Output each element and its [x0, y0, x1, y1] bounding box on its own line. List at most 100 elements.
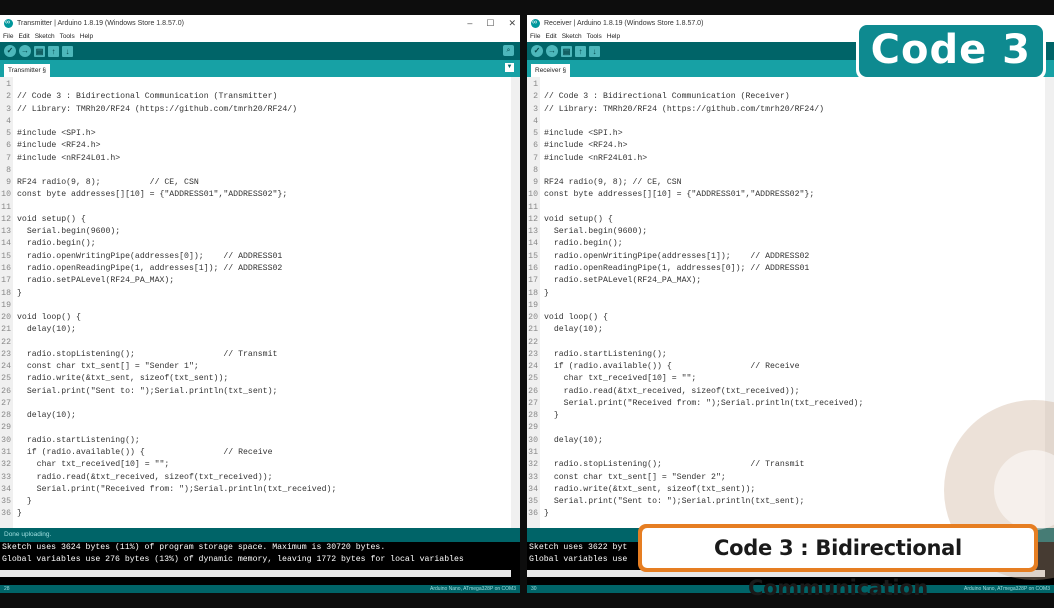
console-line: Sketch uses 3624 bytes (11%) of program … — [2, 543, 386, 552]
tab-transmitter[interactable]: Transmitter § — [4, 64, 51, 77]
code-line: 17 radio.setPALevel(RF24_PA_MAX); — [0, 275, 510, 287]
save-icon[interactable]: ↓ — [589, 45, 600, 57]
code-text: radio.setPALevel(RF24_PA_MAX); — [544, 276, 702, 286]
tab-receiver[interactable]: Receiver § — [531, 64, 571, 77]
editor-scrollbar[interactable] — [511, 77, 520, 528]
code-line: 5 #include <SPI.h> — [527, 128, 1044, 140]
code-text: RF24 radio(9, 8); // CE, CSN — [17, 178, 199, 188]
line-number: 34 — [528, 484, 538, 494]
new-icon[interactable]: ▤ — [34, 45, 45, 57]
menu-edit[interactable]: Edit — [18, 33, 29, 40]
menu-file[interactable]: File — [3, 33, 13, 40]
code-text: void setup() { — [17, 214, 86, 224]
code-text: #include <SPI.h> — [17, 129, 96, 139]
code-line: 11 — [527, 202, 1044, 214]
verify-icon[interactable]: ✓ — [531, 45, 543, 57]
menu-help[interactable]: Help — [80, 33, 93, 40]
arduino-icon — [531, 18, 540, 28]
code-text: radio.startListening(); — [544, 349, 667, 359]
open-icon[interactable]: ↑ — [48, 45, 59, 57]
menu-help[interactable]: Help — [607, 33, 620, 40]
code-line: 27 — [0, 398, 510, 410]
code-text: #include <SPI.h> — [544, 129, 623, 139]
serial-monitor-icon[interactable]: ⌕ — [503, 45, 514, 56]
menu-sketch[interactable]: Sketch — [35, 33, 55, 40]
code-line: 12 void setup() { — [0, 214, 510, 226]
code-line: 22 — [527, 337, 1044, 349]
code-line: 10 const byte addresses[][10] = {"ADDRESS… — [527, 189, 1044, 201]
toolbar: ✓ → ▤ ↑ ↓ ⌕ — [0, 42, 520, 60]
code-line: 13 Serial.begin(9600); — [527, 226, 1044, 238]
menu-edit[interactable]: Edit — [545, 33, 556, 40]
code-text: Serial.begin(9600); — [17, 227, 121, 237]
line-number: 33 — [528, 472, 538, 482]
code-text: radio.begin(); — [17, 239, 96, 249]
code-line: 16 radio.openReadingPipe(1, addresses[0]… — [527, 263, 1044, 275]
code-line: 30 radio.startListening(); — [0, 435, 510, 447]
new-icon[interactable]: ▤ — [561, 45, 572, 57]
line-number: 20 — [528, 313, 538, 323]
line-number: 35 — [528, 497, 538, 507]
minimize-icon[interactable]: – — [467, 18, 472, 28]
line-number: 21 — [528, 325, 538, 335]
line-number: 14 — [528, 239, 538, 249]
line-number: 2 — [533, 92, 538, 102]
line-number: 33 — [1, 472, 11, 482]
code-lines: 1 2// Code 3 : Bidirectional Communicatio… — [0, 79, 510, 521]
menu-tools[interactable]: Tools — [60, 33, 75, 40]
menu-tools[interactable]: Tools — [587, 33, 602, 40]
menu-file[interactable]: File — [530, 33, 540, 40]
line-number: 1 — [533, 80, 538, 89]
console-output: Sketch uses 3624 bytes (11%) of program … — [0, 542, 520, 585]
code-line: 16 radio.openReadingPipe(1, addresses[1]… — [0, 263, 510, 275]
code-line: 14 radio.begin(); — [527, 238, 1044, 250]
line-number: 29 — [528, 423, 538, 433]
line-number: 1 — [6, 80, 11, 89]
console-hscrollbar[interactable] — [0, 570, 511, 577]
code-line: 6 #include <RF24.h> — [0, 140, 510, 152]
line-number: 4 — [533, 116, 538, 126]
code-line: 22 — [0, 337, 510, 349]
line-number: 10 — [1, 190, 11, 200]
line-number: 21 — [1, 325, 11, 335]
line-number: 25 — [528, 374, 538, 384]
line-number: 29 — [1, 423, 11, 433]
maximize-icon[interactable]: ☐ — [486, 18, 494, 29]
tab-menu-icon[interactable]: ▼ — [505, 63, 514, 72]
code-line: 23 radio.stopListening(); // Transmit — [0, 349, 510, 361]
window-title: Receiver | Arduino 1.8.19 (Windows Store… — [544, 19, 704, 27]
line-number: 30 — [528, 435, 538, 445]
code-line: 32 char txt_received[10] = ""; — [0, 459, 510, 471]
code-line: 29 — [0, 422, 510, 434]
code-line: 2 // Code 3 : Bidirectional Communication… — [527, 91, 1044, 103]
code-line: 21 delay(10); — [0, 324, 510, 336]
open-icon[interactable]: ↑ — [575, 45, 586, 57]
code-editor[interactable]: 1 2// Code 3 : Bidirectional Communicatio… — [0, 77, 520, 528]
line-number: 3 — [533, 104, 538, 114]
line-number: 22 — [1, 337, 11, 347]
line-number: 31 — [1, 447, 11, 457]
upload-icon[interactable]: → — [19, 45, 31, 57]
code-line: 13 Serial.begin(9600); — [0, 226, 510, 238]
upload-icon[interactable]: → — [546, 45, 558, 57]
code-line: 6 #include <RF24.h> — [527, 140, 1044, 152]
code-text: Serial.print("Received from: ");Serial.p… — [17, 484, 337, 494]
line-number: 36 — [1, 509, 11, 519]
save-icon[interactable]: ↓ — [62, 45, 73, 57]
code-line: 1 — [0, 79, 510, 91]
code-line: 12 void setup() { — [527, 214, 1044, 226]
line-number: 18 — [1, 288, 11, 298]
code-text: char txt_received[10] = ""; — [17, 460, 170, 470]
line-number: 32 — [1, 460, 11, 470]
verify-icon[interactable]: ✓ — [4, 45, 16, 57]
close-icon[interactable]: ✕ — [508, 18, 516, 29]
menu-sketch[interactable]: Sketch — [562, 33, 582, 40]
line-number: 8 — [6, 165, 11, 175]
